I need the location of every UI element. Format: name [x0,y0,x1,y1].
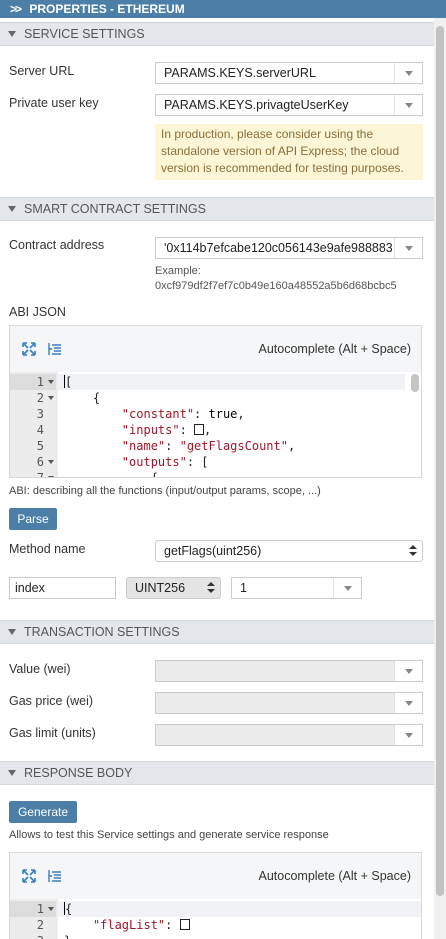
abi-json-editor[interactable]: Autocomplete (Alt + Space) 1 2 3 4 5 6 7… [9,325,422,478]
method-name-select[interactable]: getFlags(uint256) [155,540,423,562]
contract-address-label: Contract address [9,238,105,252]
panel-title: PROPERTIES - ETHEREUM [29,2,185,16]
param-type-select[interactable]: UINT256 [126,577,221,599]
code-line: } [64,933,71,939]
dropdown-arrow-icon[interactable] [394,661,422,681]
select-arrows-icon [207,582,215,594]
value-wei-combobox[interactable] [155,660,423,682]
param-value: 1 [240,581,247,595]
scrollbar-thumb[interactable] [436,26,444,896]
contract-address-combobox[interactable]: '0x114b7efcabe120c056143e9afe988883 [155,237,423,259]
section-title: SMART CONTRACT SETTINGS [24,202,206,216]
code-line: "name": "getFlagsCount", [121,439,296,453]
param-value-combobox[interactable]: 1 [231,577,362,599]
format-icon[interactable] [48,869,62,883]
dropdown-arrow-icon[interactable] [394,95,422,115]
fold-arrow-icon[interactable] [48,380,54,384]
dropdown-arrow-icon[interactable] [394,693,422,713]
collapse-triangle-icon [8,628,16,635]
parse-button[interactable]: Parse [9,508,57,530]
collapse-triangle-icon [8,769,16,776]
select-arrows-icon [409,545,417,557]
abi-json-label: ABI JSON [9,305,66,319]
gas-limit-combobox[interactable] [155,724,423,746]
gas-limit-label: Gas limit (units) [9,726,96,740]
abi-hint: ABI: describing all the functions (input… [9,485,321,497]
section-response-body[interactable]: RESPONSE BODY [0,761,434,785]
expand-icon[interactable] [22,869,36,883]
value-wei-label: Value (wei) [9,662,71,676]
fold-arrow-icon[interactable] [48,396,54,400]
section-title: RESPONSE BODY [24,766,133,780]
private-key-combobox[interactable]: PARAMS.KEYS.privagteUserKey [155,94,423,116]
format-icon[interactable] [48,342,62,356]
collapse-triangle-icon [8,205,16,212]
line-number: 7 [10,470,56,477]
code-line: { [58,901,421,917]
autocomplete-hint: Autocomplete (Alt + Space) [258,869,411,883]
editor-toolbar: Autocomplete (Alt + Space) [10,326,421,372]
expand-icon[interactable] [22,342,36,356]
code-line: "inputs": , [121,423,212,437]
code-area[interactable]: 1 2 3 { "flagList": } [10,899,421,939]
page-scrollbar[interactable] [434,18,446,939]
autocomplete-hint: Autocomplete (Alt + Space) [258,342,411,356]
code-line: "constant": true, [121,407,245,421]
server-url-combobox[interactable]: PARAMS.KEYS.serverURL [155,62,423,84]
method-name-value: getFlags(uint256) [164,544,262,558]
line-number: 3 [10,933,56,939]
panel-title-bar: >> PROPERTIES - ETHEREUM [0,0,446,18]
line-number: 2 [36,918,44,932]
collapse-triangle-icon [8,30,16,37]
server-url-label: Server URL [9,64,75,78]
response-body-editor[interactable]: Autocomplete (Alt + Space) 1 2 3 { "flag… [9,852,422,939]
collapse-chevron-icon[interactable]: >> [10,2,22,16]
contract-address-value: '0x114b7efcabe120c056143e9afe988883 [164,241,392,255]
dropdown-arrow-icon[interactable] [333,578,361,598]
generate-button[interactable]: Generate [9,801,77,823]
section-title: TRANSACTION SETTINGS [24,625,180,639]
line-number: 1 [10,374,56,390]
line-number: 6 [10,454,56,470]
code-area[interactable]: 1 2 3 4 5 6 7 [ { "constant": true, "inp… [10,372,421,477]
section-smart-contract-settings[interactable]: SMART CONTRACT SETTINGS [0,197,434,221]
line-number: 5 [36,439,44,453]
editor-toolbar: Autocomplete (Alt + Space) [10,853,421,899]
param-name-input[interactable]: index [9,577,116,599]
code-line: { [64,391,101,405]
code-line: { [64,470,158,477]
method-name-label: Method name [9,542,86,556]
line-number: 4 [36,423,44,437]
line-number: 1 [10,901,56,917]
fold-arrow-icon[interactable] [48,460,54,464]
example-address: 0xcf979df2f7ef7c0b49e160a48552a5b6d68bcb… [155,280,397,292]
private-key-label: Private user key [9,96,99,110]
server-url-value: PARAMS.KEYS.serverURL [164,66,316,80]
generate-hint: Allows to test this Service settings and… [9,829,329,841]
fold-arrow-icon[interactable] [48,476,54,477]
param-type-value: UINT256 [135,581,186,595]
line-number: 2 [10,390,56,406]
production-warning-note: In production, please consider using the… [155,124,423,180]
dropdown-arrow-icon[interactable] [394,63,422,83]
example-label: Example: [155,265,201,277]
dropdown-arrow-icon[interactable] [394,238,422,258]
editor-scrollbar[interactable] [411,374,419,392]
private-key-value: PARAMS.KEYS.privagteUserKey [164,98,349,112]
gas-price-label: Gas price (wei) [9,694,94,708]
section-transaction-settings[interactable]: TRANSACTION SETTINGS [0,620,434,644]
gas-price-combobox[interactable] [155,692,423,714]
code-line: "flagList": [64,917,190,933]
fold-arrow-icon[interactable] [48,907,54,911]
dropdown-arrow-icon[interactable] [394,725,422,745]
code-line: [ [58,374,405,390]
section-title: SERVICE SETTINGS [24,27,145,41]
section-service-settings[interactable]: SERVICE SETTINGS [0,22,434,46]
line-number: 3 [36,407,44,421]
code-line: "outputs": [ [121,455,209,469]
